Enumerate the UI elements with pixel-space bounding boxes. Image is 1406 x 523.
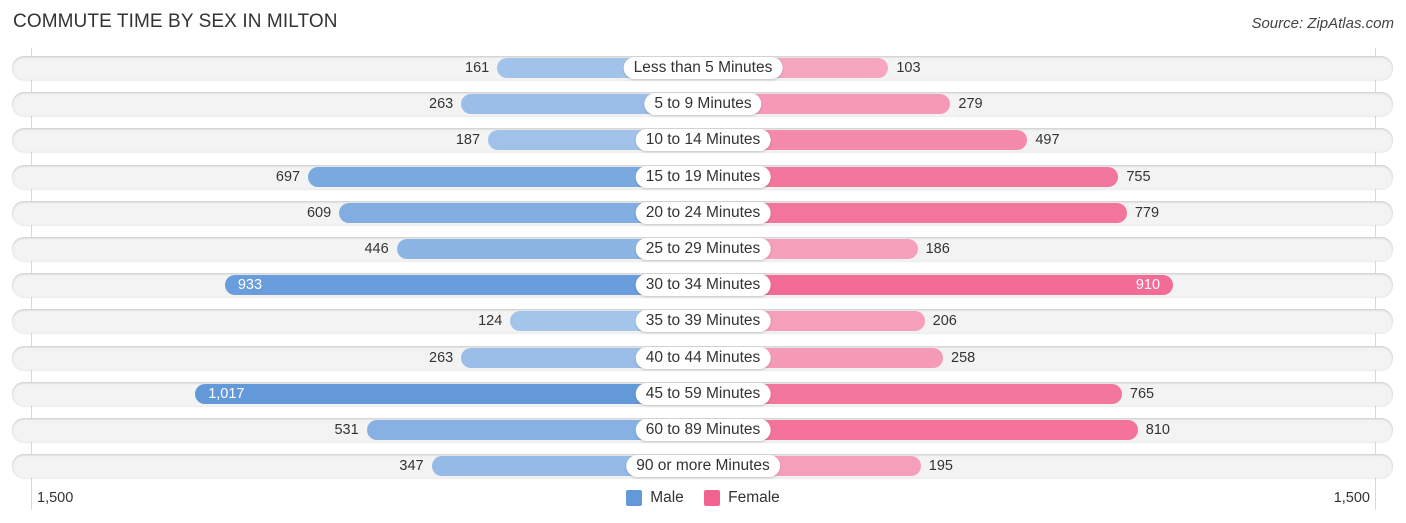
female-value-label: 910: [1135, 277, 1161, 294]
legend-label-male: Male: [650, 489, 684, 506]
source-label: Source: ZipAtlas.com: [1251, 15, 1394, 32]
male-value-label: 124: [478, 313, 503, 330]
male-value-label: 609: [306, 204, 332, 221]
category-label: 45 to 59 Minutes: [635, 382, 771, 405]
legend: Male Female: [0, 489, 1406, 511]
female-value-label: 765: [1129, 385, 1155, 402]
female-bar: [703, 275, 1174, 296]
legend-swatch-male: [626, 490, 643, 506]
category-label: 35 to 39 Minutes: [635, 310, 771, 333]
female-value-label: 103: [896, 60, 921, 76]
male-value-label: 263: [429, 349, 454, 366]
category-label: 20 to 24 Minutes: [635, 201, 771, 224]
legend-swatch-female: [704, 490, 721, 506]
female-value-label: 206: [932, 313, 957, 330]
legend-item-male[interactable]: Male: [626, 489, 684, 507]
male-value-label: 263: [429, 96, 454, 113]
male-value-label: 933: [237, 277, 263, 294]
female-value-label: 779: [1134, 204, 1160, 221]
category-label: 25 to 29 Minutes: [635, 238, 771, 260]
female-value-label: 497: [1035, 132, 1060, 149]
chart-title: COMMUTE TIME BY SEX IN MILTON: [13, 11, 338, 32]
male-value-label: 531: [334, 422, 359, 438]
male-bar: [224, 275, 703, 296]
female-value-label: 755: [1126, 168, 1151, 185]
category-label: 40 to 44 Minutes: [635, 346, 771, 369]
female-value-label: 186: [925, 241, 950, 257]
category-label: 15 to 19 Minutes: [635, 165, 771, 188]
female-value-label: 279: [958, 96, 983, 113]
female-value-label: 810: [1145, 422, 1170, 438]
category-label: 10 to 14 Minutes: [635, 129, 771, 152]
category-label: 5 to 9 Minutes: [644, 93, 762, 116]
male-value-label: 161: [465, 60, 490, 76]
legend-item-female[interactable]: Female: [704, 489, 780, 507]
male-value-label: 1,017: [208, 385, 245, 402]
male-value-label: 446: [364, 241, 389, 257]
category-label: 30 to 34 Minutes: [635, 274, 771, 297]
category-label: 60 to 89 Minutes: [635, 419, 771, 441]
female-value-label: 195: [928, 458, 953, 475]
male-bar: [195, 383, 703, 404]
category-label: 90 or more Minutes: [626, 455, 780, 478]
male-value-label: 187: [455, 132, 481, 149]
male-value-label: 347: [399, 458, 424, 475]
female-value-label: 258: [951, 349, 976, 366]
legend-label-female: Female: [728, 489, 780, 506]
category-label: Less than 5 Minutes: [623, 57, 783, 79]
male-value-label: 697: [275, 168, 301, 185]
